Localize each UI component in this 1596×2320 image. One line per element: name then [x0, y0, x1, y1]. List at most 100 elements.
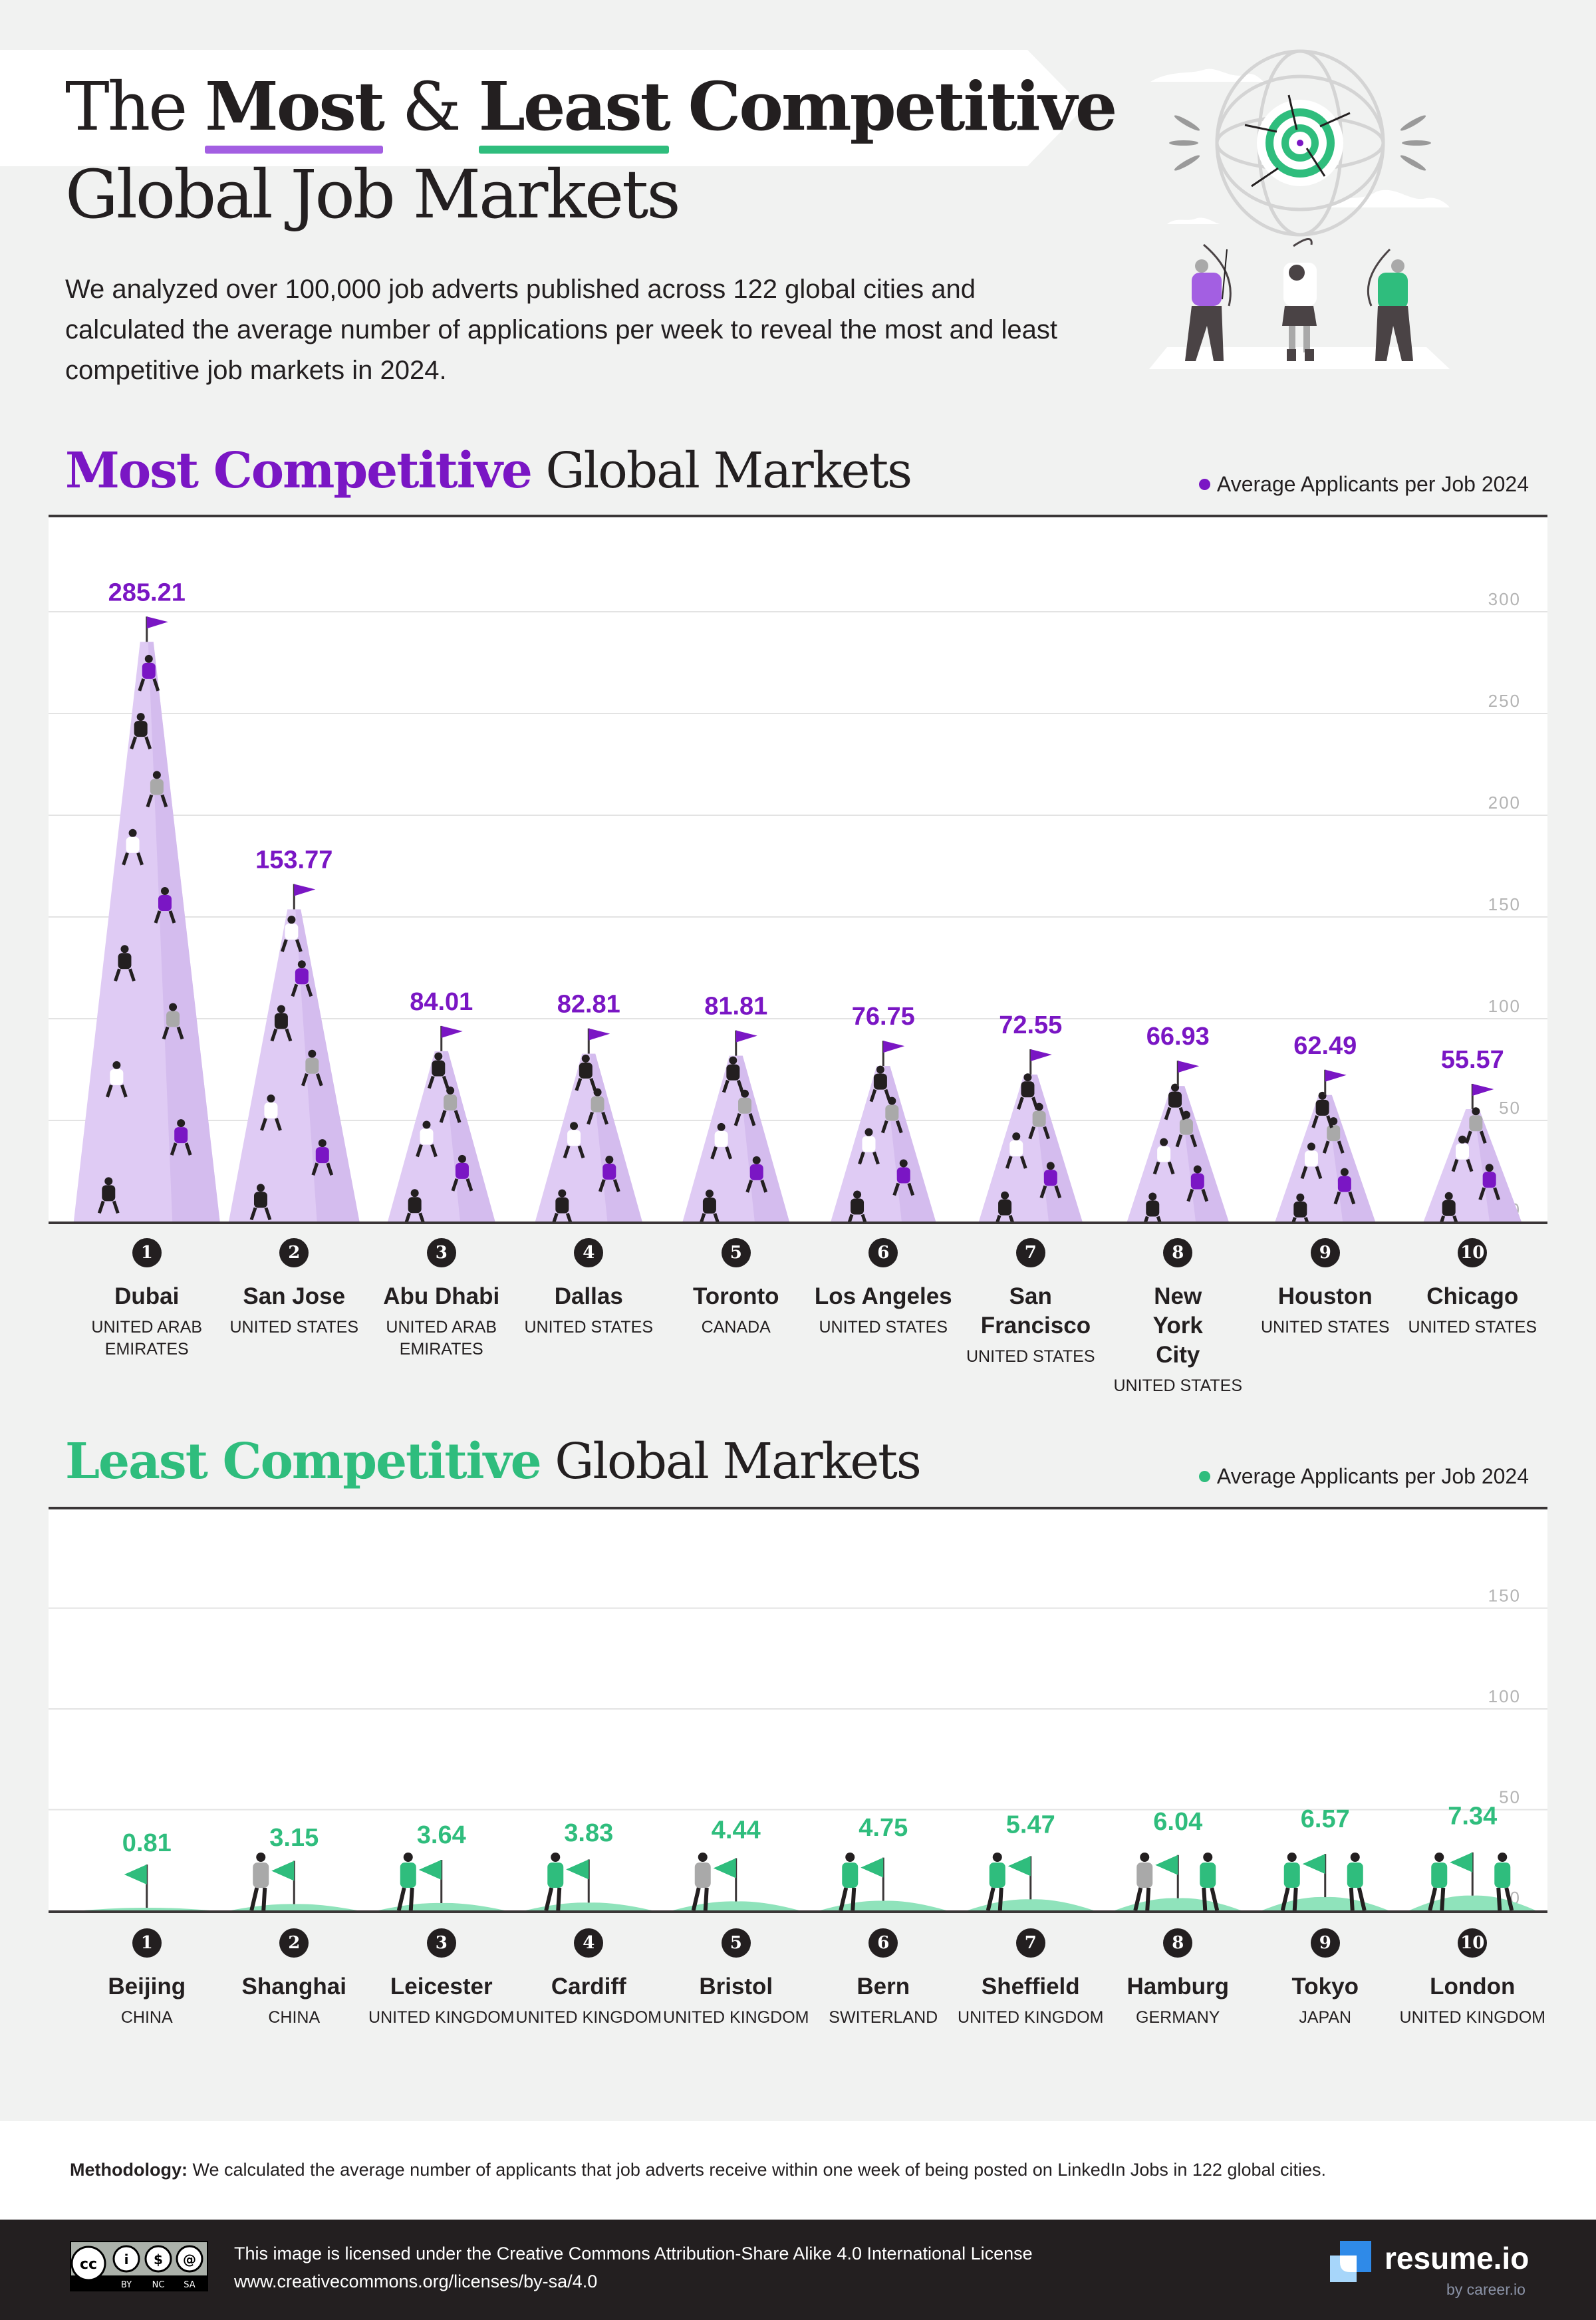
rank-badge: 3 — [426, 1928, 456, 1958]
climber-head — [1444, 1192, 1453, 1200]
flag-icon — [713, 1858, 736, 1878]
climber-body — [1146, 1200, 1160, 1217]
climber-head — [1012, 1132, 1021, 1140]
climber-head — [152, 771, 161, 779]
data-label: 84.01 — [410, 988, 473, 1016]
climber-head — [267, 1094, 275, 1102]
bar-mark-10: 55.57 — [1423, 1046, 1522, 1224]
page-title-line1: The Most & Least Competitive — [65, 63, 1118, 154]
data-label: 82.81 — [557, 991, 620, 1019]
climber-body — [274, 1013, 288, 1029]
person-body — [400, 1863, 416, 1888]
creative-commons-badge-icon: cc i $ @ BY NC SA — [70, 2241, 208, 2291]
climber-body — [444, 1095, 458, 1111]
climber-body — [264, 1102, 278, 1118]
flag-icon — [883, 1041, 905, 1053]
rank-badge: 6 — [868, 1928, 898, 1958]
climber-body — [1469, 1115, 1483, 1132]
bar-mark-9: 6.57 — [1262, 1805, 1389, 1911]
rank-badge: 10 — [1458, 1238, 1488, 1267]
data-label: 4.75 — [859, 1814, 908, 1842]
data-label: 66.93 — [1146, 1023, 1210, 1051]
flag-icon — [1155, 1855, 1178, 1875]
rank-badge: 1 — [132, 1928, 162, 1958]
flag-icon — [146, 616, 168, 629]
climber-head — [570, 1122, 579, 1130]
category-label: 2 Shanghai CHINA — [221, 1928, 367, 2029]
country-name: UNITED KINGDOM — [663, 2008, 809, 2027]
rank-badge: 9 — [1310, 1238, 1340, 1267]
climber-body — [295, 968, 309, 985]
category-label: 3 Leicester UNITED KINGDOM — [368, 1928, 515, 2029]
country-name: CHINA — [120, 2008, 173, 2027]
y-tick-label: 250 — [1488, 691, 1521, 711]
svg-text:$: $ — [154, 2252, 163, 2267]
category-label: 5 Toronto CANADA — [663, 1238, 809, 1339]
city-name: Hamburg — [1127, 1974, 1230, 1999]
title-most: Most — [205, 63, 385, 154]
bar-mark-5: 81.81 — [682, 993, 790, 1224]
category-label: 9 Houston UNITED STATES — [1252, 1238, 1398, 1339]
climber-head — [410, 1189, 419, 1198]
city-name: Dubai — [114, 1283, 180, 1309]
person-head — [698, 1853, 708, 1862]
flag-icon — [566, 1859, 589, 1880]
climber-body — [579, 1062, 593, 1079]
climber-head — [1193, 1165, 1202, 1174]
climber-head — [558, 1189, 567, 1198]
data-label: 76.75 — [852, 1003, 915, 1031]
climber-body — [1179, 1118, 1193, 1135]
person-head — [403, 1853, 413, 1862]
climber-head — [899, 1159, 908, 1168]
data-label: 285.21 — [108, 579, 186, 606]
legend-dot-green — [1198, 1471, 1210, 1482]
license-url[interactable]: www.creativecommons.org/licenses/by-sa/4… — [234, 2271, 597, 2292]
category-label: 7 San Francisco UNITED STATES — [958, 1238, 1104, 1368]
category-label: 6 Los Angeles UNITED STATES — [810, 1238, 956, 1339]
climber-body — [602, 1163, 616, 1180]
flag-icon — [1325, 1069, 1347, 1082]
climber-head — [1001, 1191, 1009, 1200]
country-name: GERMANY — [1136, 2008, 1220, 2027]
category-label: 8 Hamburg GERMANY — [1105, 1928, 1251, 2029]
city-name: New York City — [1152, 1283, 1203, 1368]
climber-head — [605, 1155, 614, 1164]
person-head — [1287, 1853, 1297, 1862]
bar-mark-4: 82.81 — [535, 991, 642, 1224]
climber-head — [297, 960, 306, 969]
climber-body — [134, 721, 148, 737]
title-suffix: Competitive — [688, 67, 1118, 146]
climber-head — [1307, 1142, 1315, 1151]
category-label: 2 San Jose UNITED STATES — [221, 1238, 367, 1339]
brand-name: resume.io — [1385, 2241, 1530, 2275]
city-name: San Jose — [243, 1283, 346, 1309]
title-amp: & — [402, 68, 462, 146]
person-body — [1283, 1863, 1300, 1888]
climber-head — [318, 1139, 327, 1148]
country-name: UNITED STATES — [1260, 1318, 1390, 1337]
country-name: UNITED KINGDOM — [368, 2008, 515, 2027]
archer-white-icon — [1282, 238, 1317, 361]
category-label: 7 Sheffield UNITED KINGDOM — [958, 1928, 1104, 2029]
bar-mark-2: 153.77 — [228, 846, 360, 1222]
most-legend: Average Applicants per Job 2024 — [1198, 472, 1529, 497]
climber-body — [102, 1185, 116, 1202]
least-categories: 1 Beijing CHINA 2 Shanghai CHINA 3 Leicester UNI… — [49, 1928, 1547, 2061]
country-name: UNITED KINGDOM — [1399, 2008, 1545, 2027]
country-name: UNITED STATES — [1113, 1376, 1243, 1395]
city-name: Beijing — [108, 1974, 186, 1999]
person-body — [1200, 1863, 1216, 1888]
climber-body — [591, 1096, 604, 1112]
category-label: 5 Bristol UNITED KINGDOM — [663, 1928, 809, 2029]
climber-body — [1032, 1110, 1046, 1127]
country-name: CANADA — [701, 1318, 771, 1337]
least-chart-panel: 0 50 100 150 0.81 3.15 3.64 3.83 4.44 4.75 5.47 6.0… — [49, 1509, 1547, 1912]
bar-mark-1: 285.21 — [73, 579, 220, 1222]
flag-icon — [735, 1030, 757, 1043]
climber-body — [1337, 1176, 1351, 1192]
data-label: 6.04 — [1153, 1808, 1202, 1836]
y-tick-label: 50 — [1499, 1787, 1521, 1807]
country-name: UNITED ARAB EMIRATES — [386, 1318, 497, 1358]
climber-body — [998, 1199, 1012, 1216]
climber-body — [567, 1130, 581, 1146]
